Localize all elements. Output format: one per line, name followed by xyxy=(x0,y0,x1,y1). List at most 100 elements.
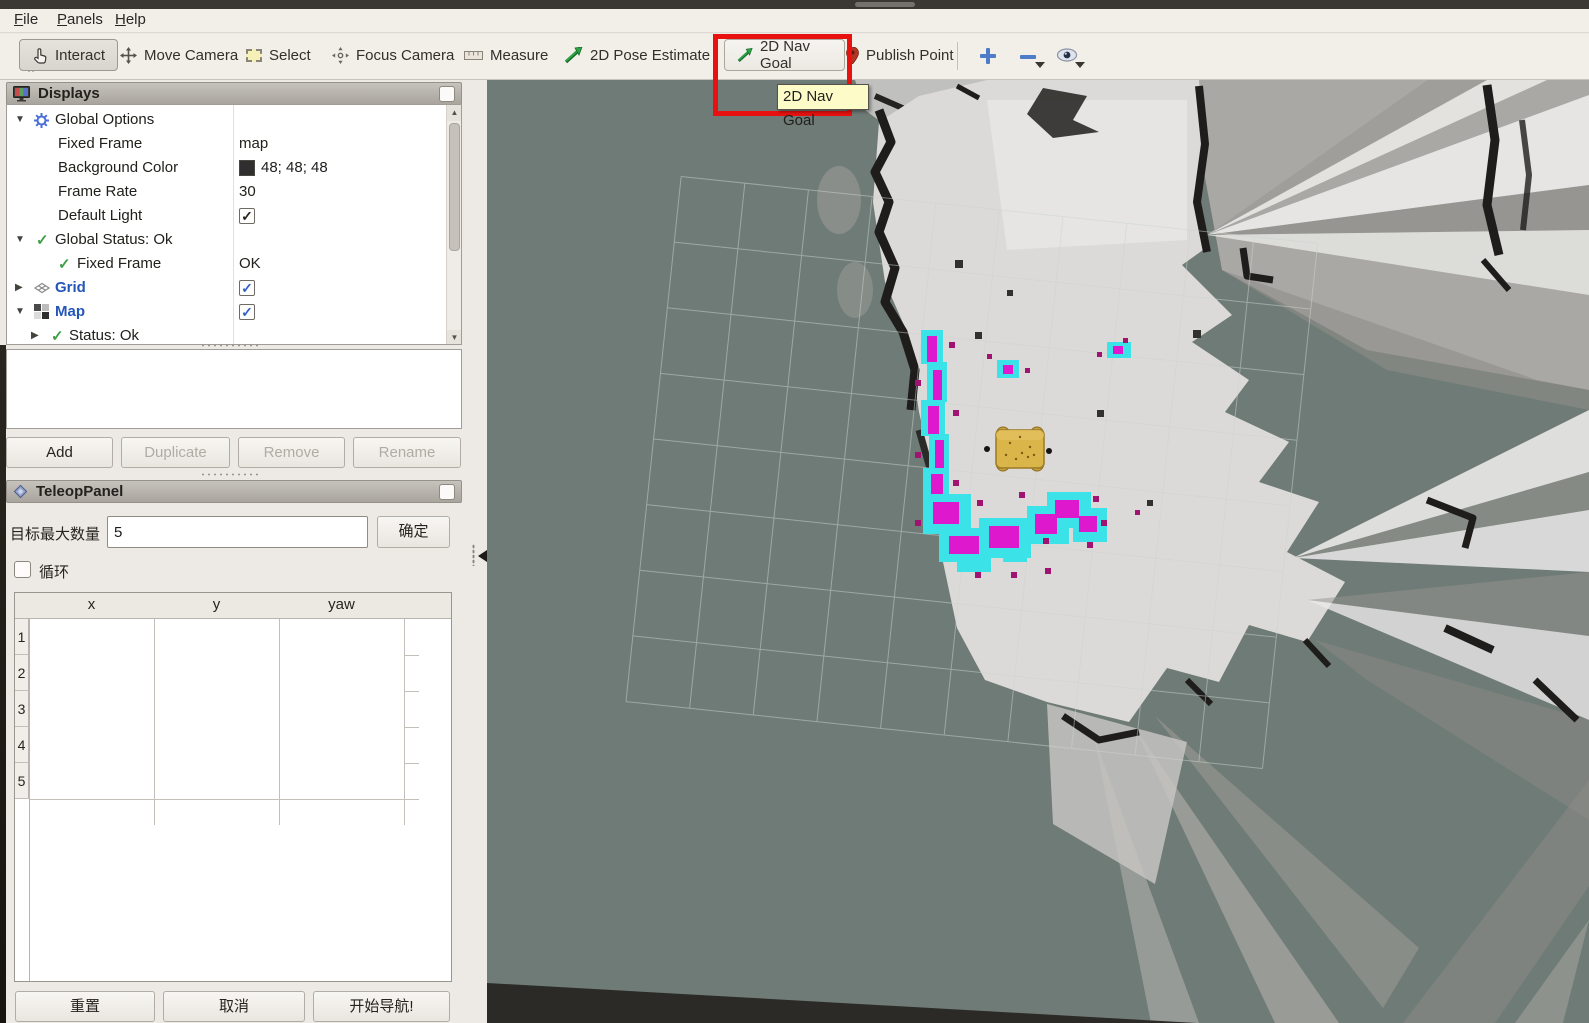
add-display-button[interactable]: Add xyxy=(6,437,113,468)
frame-rate-value[interactable]: 30 xyxy=(239,183,256,200)
table-cell[interactable] xyxy=(155,619,279,655)
tree-row-fixed-frame[interactable]: Fixed Frame map xyxy=(7,133,447,157)
remove-display-button[interactable]: Remove xyxy=(238,437,345,468)
3d-viewport[interactable] xyxy=(487,80,1589,1023)
table-cell[interactable] xyxy=(30,763,154,799)
display-description-box xyxy=(6,349,462,429)
titlebar-decoration xyxy=(855,2,915,7)
loop-checkbox[interactable] xyxy=(14,561,31,578)
add-tool-plus-icon[interactable] xyxy=(979,47,997,65)
teleop-panel-header[interactable]: TeleopPanel xyxy=(6,480,462,503)
background-color-value[interactable]: 48; 48; 48 xyxy=(261,159,328,176)
reset-button[interactable]: 重置 xyxy=(15,991,155,1022)
visibility-eye-icon[interactable] xyxy=(1056,48,1078,62)
scrollbar-thumb[interactable] xyxy=(449,123,460,251)
rename-display-button[interactable]: Rename xyxy=(353,437,461,468)
max-goals-label: 目标最大数量 xyxy=(10,523,100,544)
start-navigation-button[interactable]: 开始导航! xyxy=(313,991,450,1022)
tree-row-background-color[interactable]: Background Color 48; 48; 48 xyxy=(7,157,447,181)
map-checkbox[interactable] xyxy=(239,304,255,320)
tree-row-map-status-partial[interactable]: ▶ ✓ Status: Ok xyxy=(7,325,447,345)
grid-checkbox[interactable] xyxy=(239,280,255,296)
tree-row-default-light[interactable]: Default Light xyxy=(7,205,447,229)
column-header-yaw[interactable]: yaw xyxy=(279,596,404,613)
pose-estimate-tool[interactable]: 2D Pose Estimate xyxy=(564,39,710,71)
table-cell[interactable] xyxy=(155,691,279,727)
interact-tool-button[interactable]: Interact xyxy=(19,39,118,71)
table-cell[interactable] xyxy=(30,691,154,727)
fixed-frame-value[interactable]: map xyxy=(239,135,268,152)
column-header-x[interactable]: x xyxy=(29,596,154,613)
remove-tool-dropdown-caret[interactable] xyxy=(1035,62,1045,68)
status-ok-check-icon: ✓ xyxy=(36,231,49,249)
table-cell[interactable] xyxy=(155,727,279,763)
nav-goal-arrow-icon xyxy=(737,47,753,64)
confirm-button[interactable]: 确定 xyxy=(377,516,450,548)
table-cell[interactable] xyxy=(280,727,404,763)
row-header[interactable]: 1 xyxy=(15,619,29,655)
background-color-label: Background Color xyxy=(58,159,178,176)
scroll-down-button[interactable]: ▼ xyxy=(447,330,462,345)
teleop-panel-checkbox[interactable] xyxy=(439,484,455,500)
select-tool[interactable]: Select xyxy=(246,39,311,71)
tree-row-global-options[interactable]: ▼ Global Options xyxy=(7,109,447,133)
global-options-label: Global Options xyxy=(55,111,154,128)
caret-right-icon[interactable]: ▶ xyxy=(15,282,23,293)
panel-splitter-handle[interactable] xyxy=(200,343,260,348)
caret-down-icon[interactable]: ▼ xyxy=(15,234,25,245)
row-header[interactable]: 3 xyxy=(15,691,29,727)
table-cell[interactable] xyxy=(155,763,279,799)
tree-row-global-status[interactable]: ▼ ✓ Global Status: Ok xyxy=(7,229,447,253)
caret-down-icon[interactable]: ▼ xyxy=(15,306,25,317)
nav-goal-tool-button[interactable]: 2D Nav Goal xyxy=(724,39,845,71)
table-cell[interactable] xyxy=(30,655,154,691)
toolbar-separator xyxy=(957,42,958,70)
pose-estimate-arrow-icon xyxy=(564,47,583,64)
default-light-checkbox[interactable] xyxy=(239,208,255,224)
caret-right-icon[interactable]: ▶ xyxy=(31,330,39,341)
publish-point-tool[interactable]: Publish Point xyxy=(846,39,954,71)
table-cell[interactable] xyxy=(30,727,154,763)
map-render xyxy=(487,80,1589,1023)
menu-help[interactable]: Help xyxy=(115,11,146,31)
table-cell[interactable] xyxy=(280,619,404,655)
menu-panels-label: anels xyxy=(67,11,103,28)
background-color-swatch[interactable] xyxy=(239,160,255,176)
table-cell[interactable] xyxy=(30,619,154,655)
panel-collapse-dots[interactable] xyxy=(472,544,475,566)
cancel-button[interactable]: 取消 xyxy=(163,991,305,1022)
row-header[interactable]: 2 xyxy=(15,655,29,691)
side-panel: Displays ▼ Global Options xyxy=(0,80,487,1023)
move-camera-tool[interactable]: Move Camera xyxy=(120,39,238,71)
tree-row-grid[interactable]: ▶ Grid xyxy=(7,277,447,301)
measure-tool[interactable]: Measure xyxy=(464,39,548,71)
visibility-dropdown-caret[interactable] xyxy=(1075,62,1085,68)
scroll-up-button[interactable]: ▲ xyxy=(447,105,462,121)
menu-panels[interactable]: Panels xyxy=(57,11,103,31)
tree-row-frame-rate[interactable]: Frame Rate 30 xyxy=(7,181,447,205)
menu-file[interactable]: File xyxy=(14,11,38,31)
focus-camera-tool[interactable]: Focus Camera xyxy=(332,39,454,71)
panel-splitter-handle[interactable] xyxy=(200,472,260,477)
map-display-label: Map xyxy=(55,303,85,320)
table-cell[interactable] xyxy=(280,763,404,799)
duplicate-display-button[interactable]: Duplicate xyxy=(121,437,230,468)
panel-collapse-arrow-icon[interactable] xyxy=(478,550,487,562)
remove-tool-minus-icon[interactable] xyxy=(1019,54,1037,60)
row-header[interactable]: 5 xyxy=(15,763,29,799)
tree-scrollbar[interactable]: ▲ ▼ xyxy=(446,105,461,345)
max-goals-input[interactable] xyxy=(107,516,368,548)
table-cell[interactable] xyxy=(155,655,279,691)
table-cell[interactable] xyxy=(280,655,404,691)
menu-file-label: ile xyxy=(23,11,38,28)
map-display-icon xyxy=(34,304,49,319)
caret-down-icon[interactable]: ▼ xyxy=(15,114,25,125)
row-header[interactable]: 4 xyxy=(15,727,29,763)
tree-row-fixed-frame-status[interactable]: ✓ Fixed Frame OK xyxy=(7,253,447,277)
displays-panel-checkbox[interactable] xyxy=(439,86,455,102)
column-header-y[interactable]: y xyxy=(154,596,279,613)
menu-panels-accel: P xyxy=(57,11,67,28)
tree-row-map[interactable]: ▼ Map xyxy=(7,301,447,325)
table-cell[interactable] xyxy=(280,691,404,727)
displays-panel-header[interactable]: Displays xyxy=(6,82,462,105)
